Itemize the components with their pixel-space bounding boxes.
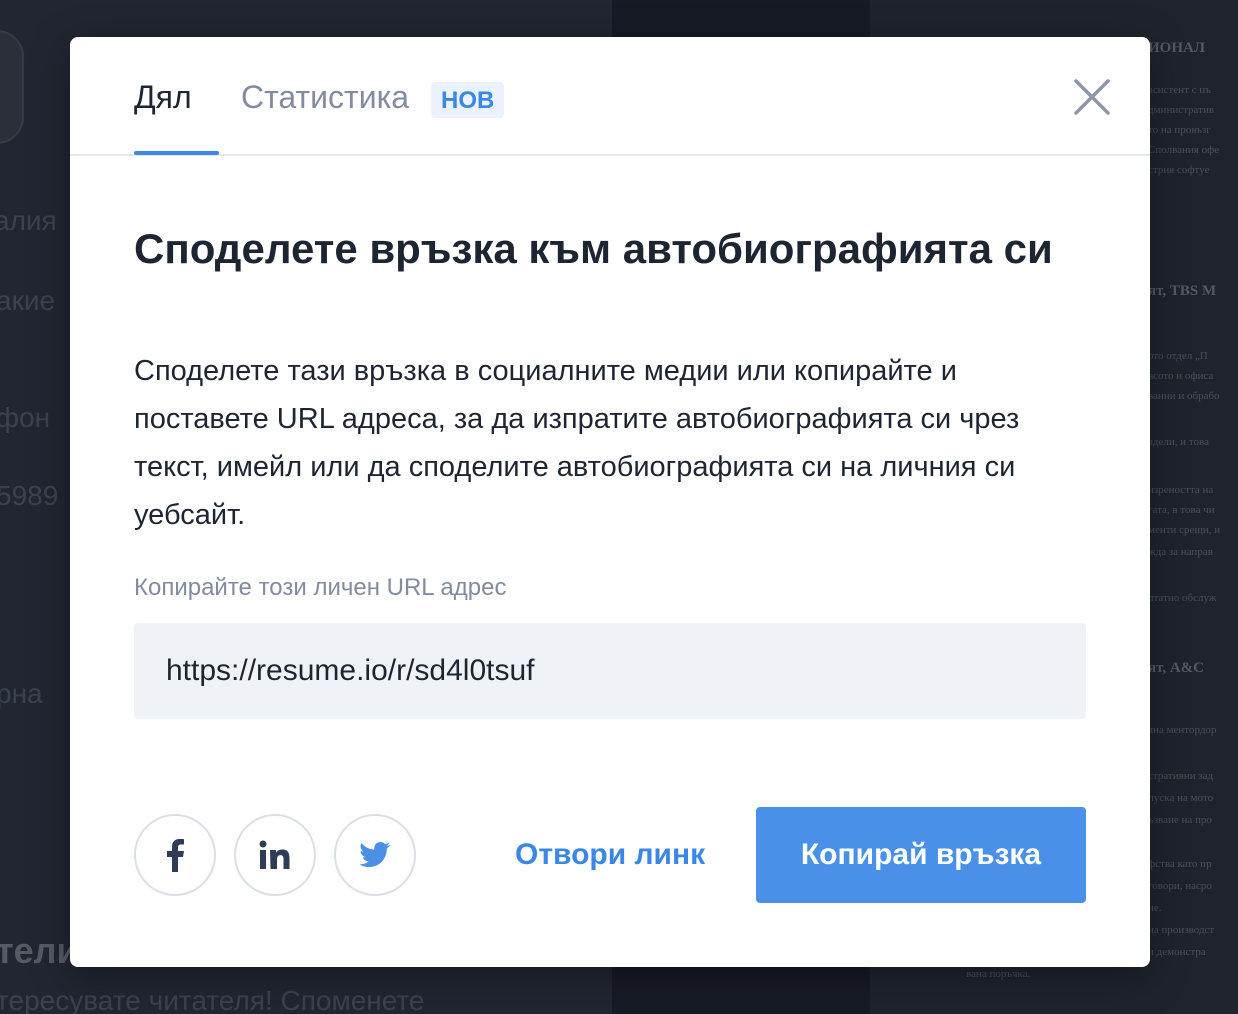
copy-link-button[interactable]: Копирай връзка <box>756 807 1086 903</box>
close-button[interactable] <box>1072 77 1112 117</box>
twitter-icon <box>359 842 391 868</box>
tab-bar: Дял Статистика НОВ <box>70 37 1150 156</box>
tab-share[interactable]: Дял <box>134 77 192 117</box>
new-badge: НОВ <box>431 82 505 118</box>
active-tab-indicator <box>134 151 219 155</box>
close-icon <box>1074 79 1110 115</box>
linkedin-share-button[interactable] <box>234 814 316 896</box>
open-link-button[interactable]: Отвори линк <box>515 835 705 875</box>
tab-statistics[interactable]: Статистика <box>241 77 409 117</box>
modal-title: Споделете връзка към автобиографията си <box>134 225 1053 272</box>
modal-description: Споделете тази връзка в социалните медии… <box>134 355 1020 531</box>
url-field-label: Копирайте този личен URL адрес <box>134 574 507 601</box>
twitter-share-button[interactable] <box>334 814 416 896</box>
share-modal: Дял Статистика НОВ Споделете връзка към … <box>70 37 1150 967</box>
facebook-share-button[interactable] <box>134 814 216 896</box>
facebook-icon <box>167 839 184 872</box>
share-url-field[interactable]: https://resume.io/r/sd4l0tsuf <box>134 623 1086 719</box>
linkedin-icon <box>259 840 290 869</box>
